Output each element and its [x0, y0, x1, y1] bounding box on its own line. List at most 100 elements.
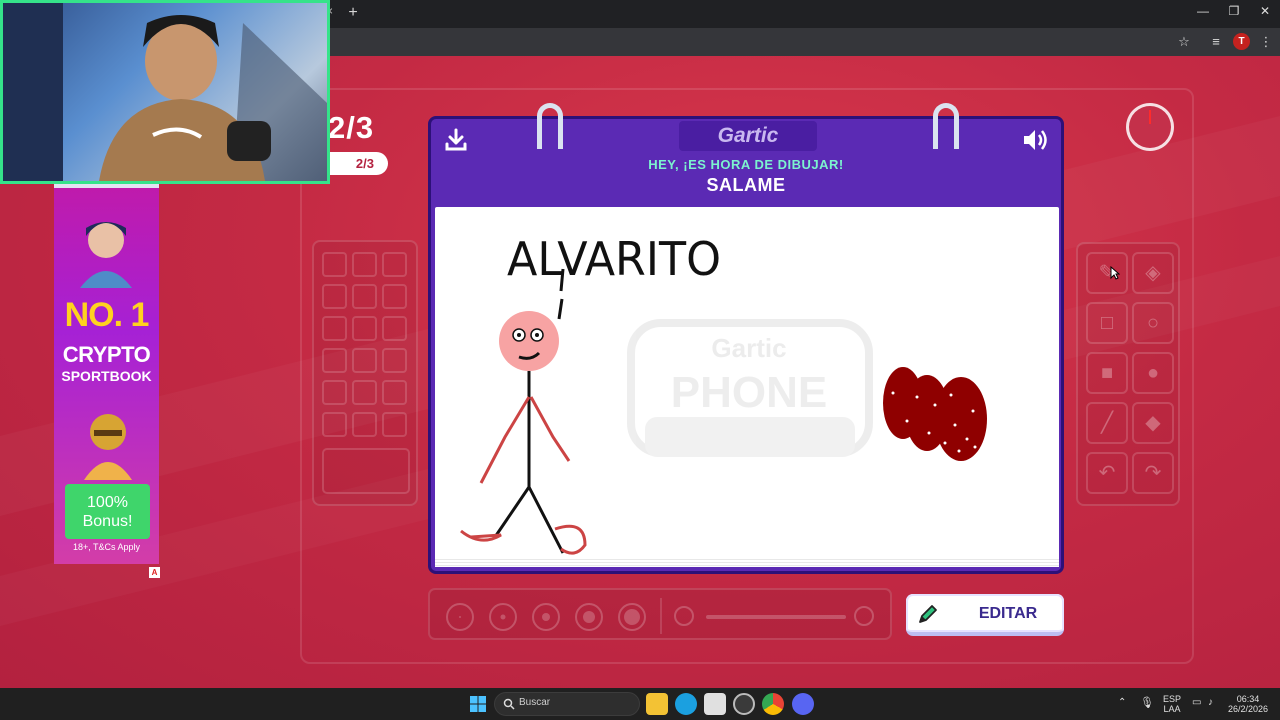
- eraser-icon[interactable]: ◈: [1132, 252, 1174, 294]
- windows-taskbar: Buscar ⌃ 🎙 ESP LAA ▭ ♪ 06:34 26/2/2026: [0, 688, 1280, 720]
- webcam-overlay: [0, 0, 330, 184]
- lang-line1: ESP: [1163, 694, 1181, 704]
- download-icon[interactable]: [443, 127, 469, 153]
- notebook-header: Gartic HEY, ¡ES HORA DE DIBUJAR! SALAME: [431, 119, 1061, 203]
- color-swatch[interactable]: [352, 412, 377, 437]
- color-swatch[interactable]: [352, 316, 377, 341]
- undo-icon[interactable]: ↶: [1086, 452, 1128, 494]
- pencil-icon: [916, 602, 940, 626]
- prompt-subtitle: HEY, ¡ES HORA DE DIBUJAR!: [431, 157, 1061, 172]
- gartic-logo: Gartic: [679, 121, 817, 151]
- custom-color-swatch[interactable]: [322, 448, 410, 494]
- brush-size-5[interactable]: [618, 603, 646, 631]
- watermark-bottom-text: PHONE: [671, 368, 827, 417]
- lang-line2: LAA: [1163, 704, 1180, 714]
- streamer-webcam-image: [3, 3, 327, 181]
- close-window-button[interactable]: ✕: [1250, 4, 1280, 18]
- color-palette: [312, 240, 418, 506]
- rectangle-outline-icon[interactable]: □: [1086, 302, 1128, 344]
- ad-bonus-button[interactable]: 100% Bonus!: [65, 484, 150, 539]
- new-tab-button[interactable]: +: [344, 4, 362, 22]
- color-swatch[interactable]: [322, 412, 347, 437]
- network-icon[interactable]: ▭: [1192, 698, 1201, 708]
- chrome-icon[interactable]: [762, 693, 784, 715]
- color-swatch[interactable]: [382, 348, 407, 373]
- profile-avatar[interactable]: T: [1233, 33, 1250, 50]
- brush-size-bar: [428, 588, 892, 640]
- round-pill-label: 2/3: [356, 156, 374, 171]
- rectangle-fill-icon[interactable]: ■: [1086, 352, 1128, 394]
- paper-edge: [435, 559, 1059, 567]
- minimize-button[interactable]: —: [1188, 4, 1218, 18]
- drawing-canvas[interactable]: Gartic PHONE ALVARITO: [435, 207, 1059, 563]
- brush-size-4[interactable]: [575, 603, 603, 631]
- watermark-top-text: Gartic: [711, 333, 786, 363]
- discord-icon[interactable]: [792, 693, 814, 715]
- search-icon: [503, 698, 515, 710]
- color-swatch[interactable]: [352, 380, 377, 405]
- ellipse-fill-icon[interactable]: ●: [1132, 352, 1174, 394]
- color-swatch[interactable]: [352, 348, 377, 373]
- edit-button-label: EDITAR: [952, 594, 1064, 634]
- brush-size-3[interactable]: [532, 603, 560, 631]
- color-swatch[interactable]: [322, 348, 347, 373]
- ad-choice-badge[interactable]: A: [149, 567, 160, 578]
- taskbar-search[interactable]: Buscar: [494, 692, 640, 716]
- color-swatch[interactable]: [382, 380, 407, 405]
- opacity-slider-handle[interactable]: [854, 606, 874, 626]
- star-icon[interactable]: ☆: [1175, 33, 1193, 51]
- color-swatch[interactable]: [382, 316, 407, 341]
- color-swatch[interactable]: [322, 380, 347, 405]
- drawing-art: Gartic PHONE ALVARITO: [435, 207, 1059, 563]
- clock[interactable]: 06:34 26/2/2026: [1226, 694, 1270, 714]
- color-swatch[interactable]: [352, 284, 377, 309]
- color-swatch[interactable]: [382, 252, 407, 277]
- line-icon[interactable]: ╱: [1086, 402, 1128, 444]
- ad-headline: NO. 1: [54, 296, 159, 335]
- edit-button[interactable]: EDITAR: [906, 594, 1064, 636]
- ad-line2: CRYPTO: [54, 342, 159, 368]
- store-icon[interactable]: [704, 693, 726, 715]
- windows-start-icon[interactable]: [467, 693, 489, 715]
- opacity-slider[interactable]: [706, 615, 846, 619]
- fill-bucket-icon[interactable]: ◆: [1132, 402, 1174, 444]
- menu-icon[interactable]: ⋮: [1257, 33, 1275, 51]
- color-swatch[interactable]: [322, 316, 347, 341]
- edge-icon[interactable]: [675, 693, 697, 715]
- round-counter: 2/3: [328, 110, 374, 146]
- brush-size-1[interactable]: [446, 603, 474, 631]
- app-icon[interactable]: [733, 693, 755, 715]
- microphone-icon[interactable]: 🎙: [1140, 698, 1154, 708]
- brush-size-2[interactable]: [489, 603, 517, 631]
- mouse-cursor-icon: [1110, 266, 1120, 280]
- ad-player-image: [80, 410, 136, 480]
- color-swatch[interactable]: [322, 284, 347, 309]
- color-swatch[interactable]: [352, 252, 377, 277]
- tool-panel: ✎ ◈ □ ○ ■ ● ╱ ◆ ↶ ↷: [1076, 242, 1180, 506]
- gartic-phone-watermark: Gartic PHONE: [631, 323, 869, 457]
- opacity-min-icon: [674, 606, 694, 626]
- pencil-icon[interactable]: ✎: [1086, 252, 1128, 294]
- drawing-notebook: Gartic HEY, ¡ES HORA DE DIBUJAR! SALAME …: [428, 116, 1064, 574]
- file-explorer-icon[interactable]: [646, 693, 668, 715]
- language-indicator[interactable]: ESP LAA: [1162, 694, 1182, 714]
- volume-icon[interactable]: ♪: [1208, 698, 1213, 708]
- clock-time: 06:34: [1237, 694, 1260, 704]
- color-swatch[interactable]: [382, 412, 407, 437]
- redo-icon[interactable]: ↷: [1132, 452, 1174, 494]
- color-swatch[interactable]: [322, 252, 347, 277]
- media-control-icon[interactable]: ≡: [1207, 33, 1225, 51]
- drawing-label: ALVARITO: [507, 232, 721, 286]
- prompt-word: SALAME: [431, 175, 1061, 196]
- tray-chevron-icon[interactable]: ⌃: [1118, 698, 1126, 708]
- ellipse-outline-icon[interactable]: ○: [1132, 302, 1174, 344]
- sound-icon[interactable]: [1021, 127, 1051, 153]
- divider: [660, 598, 662, 634]
- ad-terms: 18+, T&Cs Apply: [54, 542, 159, 552]
- color-swatch[interactable]: [382, 284, 407, 309]
- ad-banner[interactable]: NO. 1 CRYPTO SPORTBOOK 100% Bonus! 18+, …: [54, 178, 159, 564]
- clock-date: 26/2/2026: [1228, 704, 1268, 714]
- restore-button[interactable]: ❐: [1219, 4, 1249, 18]
- ad-line3: SPORTBOOK: [54, 368, 159, 384]
- ad-mascot-image: [74, 214, 138, 288]
